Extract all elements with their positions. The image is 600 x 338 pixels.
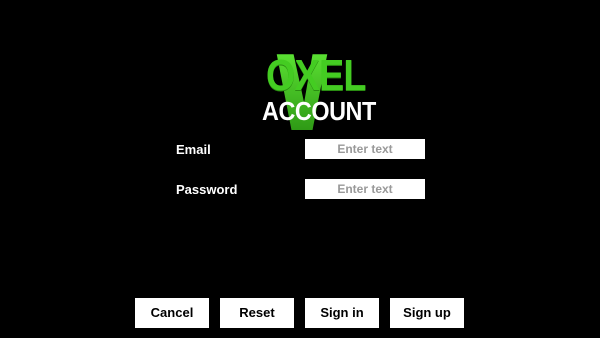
logo-top-word: OXEL [266, 51, 366, 100]
cancel-button[interactable]: Cancel [135, 298, 209, 328]
sign-in-button[interactable]: Sign in [305, 298, 379, 328]
reset-button[interactable]: Reset [220, 298, 294, 328]
email-field[interactable] [305, 139, 425, 159]
email-label: Email [176, 142, 211, 157]
password-label: Password [176, 182, 238, 197]
sign-up-button[interactable]: Sign up [390, 298, 464, 328]
voxel-account-logo: OXEL ACCOUNT [222, 50, 382, 130]
password-field[interactable] [305, 179, 425, 199]
logo-bottom-word: ACCOUNT [262, 96, 376, 126]
